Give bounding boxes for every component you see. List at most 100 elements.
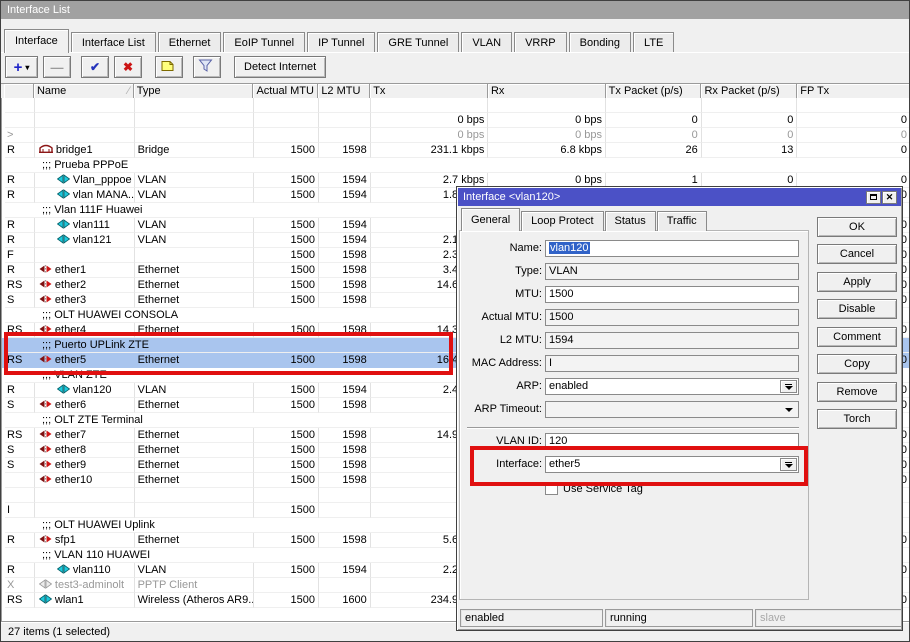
ok-button[interactable]: OK (817, 217, 897, 237)
arp_timeout-dropdown-button[interactable] (780, 403, 797, 416)
type-input[interactable]: VLAN (545, 263, 799, 280)
table-row[interactable]: 0 bps0 bps000 (2, 113, 910, 128)
tab-interface-list[interactable]: Interface List (71, 32, 156, 53)
name-input[interactable]: vlan120 (545, 240, 799, 257)
arp_timeout-input[interactable] (545, 401, 799, 418)
l2_mtu-cell: 1598 (319, 353, 371, 368)
flag-cell (5, 488, 35, 503)
items-count: 27 items (1 selected) (8, 626, 110, 638)
type-cell: VLAN (135, 233, 255, 248)
actual_mtu-input[interactable]: 1500 (545, 309, 799, 326)
column-header-tx_p[interactable]: Tx Packet (p/s) (606, 84, 702, 99)
dialog-tab-status[interactable]: Status (605, 211, 656, 231)
column-header-actual_mtu[interactable]: Actual MTU (253, 84, 318, 99)
enable-button[interactable]: ✔ (81, 56, 109, 78)
combo-arrow-icon (785, 408, 793, 412)
vlan_id-input[interactable]: 120 (545, 433, 799, 450)
remove-button[interactable]: — (43, 56, 71, 78)
comment-row[interactable]: ;;; Prueba PPPoE (2, 158, 910, 173)
column-header-flag[interactable] (4, 84, 34, 99)
interface-input[interactable]: ether5 (545, 456, 799, 473)
arp_timeout-field-row: ARP Timeout: (457, 401, 809, 418)
use-service-tag-checkbox[interactable] (545, 482, 558, 495)
type-cell: PPTP Client (135, 578, 255, 593)
detect-internet-button[interactable]: Detect Internet (234, 56, 326, 78)
dialog-tab-general[interactable]: General (461, 208, 520, 231)
table-row[interactable] (2, 98, 910, 113)
tab-ip-tunnel[interactable]: IP Tunnel (307, 32, 375, 53)
column-header-fp_tx[interactable]: FP Tx (797, 84, 910, 99)
flag-cell: I (5, 503, 35, 518)
fp_tx-cell: 0 (797, 113, 910, 128)
flag-cell: RS (5, 323, 35, 338)
tab-lte[interactable]: LTE (633, 32, 674, 53)
l2_mtu-cell: 1598 (319, 323, 371, 338)
toolbar: + ▾ — ✔ ✖ Detect Internet (5, 56, 326, 80)
status-slave: slave (755, 609, 902, 627)
l2_mtu-input[interactable]: 1594 (545, 332, 799, 349)
type-cell: Ethernet (135, 458, 255, 473)
maximize-button[interactable] (866, 191, 881, 204)
column-header-type[interactable]: Type (134, 84, 254, 99)
tab-ethernet[interactable]: Ethernet (158, 32, 222, 53)
arp-input[interactable]: enabled (545, 378, 799, 395)
tx_p-cell (606, 98, 702, 113)
add-button[interactable]: + ▾ (5, 56, 38, 78)
tab-vrrp[interactable]: VRRP (514, 32, 567, 53)
l2_mtu-cell: 1598 (319, 473, 371, 488)
comment-button[interactable] (155, 56, 183, 78)
tx-cell: 0 bps (371, 128, 489, 143)
comment-button[interactable]: Comment (817, 327, 897, 347)
apply-button[interactable]: Apply (817, 272, 897, 292)
tab-interface[interactable]: Interface (4, 29, 69, 53)
mac-input[interactable]: I (545, 355, 799, 372)
flag-cell: RS (5, 593, 35, 608)
close-button[interactable]: ✕ (882, 191, 897, 204)
disable-icon: ✖ (123, 60, 133, 74)
cancel-button[interactable]: Cancel (817, 244, 897, 264)
interface-dropdown-button[interactable] (780, 458, 797, 471)
name-cell: ether3 (35, 293, 135, 308)
type-cell: Ethernet (135, 353, 255, 368)
remove-button[interactable]: Remove (817, 382, 897, 402)
name-cell: ether5 (35, 353, 135, 368)
actual_mtu-cell: 1500 (254, 173, 319, 188)
type-cell: Ethernet (135, 278, 255, 293)
disable-button[interactable]: ✖ (114, 56, 142, 78)
type-cell: Ethernet (135, 323, 255, 338)
fp_tx-cell: 0 (797, 143, 910, 158)
column-header-rx[interactable]: Rx (488, 84, 606, 99)
column-header-tx[interactable]: Tx (370, 84, 488, 99)
actual_mtu-cell: 1500 (254, 278, 319, 293)
dialog-tab-traffic[interactable]: Traffic (657, 211, 707, 231)
l2_mtu-cell (319, 113, 371, 128)
actual_mtu-cell: 1500 (254, 323, 319, 338)
disable-button[interactable]: Disable (817, 299, 897, 319)
flag-cell: F (5, 248, 35, 263)
type-cell (135, 248, 255, 263)
tab-gre-tunnel[interactable]: GRE Tunnel (377, 32, 459, 53)
column-header-rx_p[interactable]: Rx Packet (p/s) (701, 84, 797, 99)
table-row[interactable]: >0 bps0 bps000 (2, 128, 910, 143)
copy-button[interactable]: Copy (817, 354, 897, 374)
torch-button[interactable]: Torch (817, 409, 897, 429)
interface-list-window: Interface List InterfaceInterface ListEt… (0, 0, 910, 642)
arp-dropdown-button[interactable] (780, 380, 797, 393)
l2_mtu-cell: 1600 (319, 593, 371, 608)
bridge-icon (39, 144, 53, 158)
name-cell: ether9 (35, 458, 135, 473)
mtu-input[interactable]: 1500 (545, 286, 799, 303)
ethernet-icon (39, 264, 52, 278)
l2_mtu-cell: 1598 (319, 143, 371, 158)
interface-field-row: Interface:ether5 (457, 456, 809, 473)
filter-button[interactable] (193, 56, 221, 78)
column-header-l2_mtu[interactable]: L2 MTU (318, 84, 370, 99)
column-header-name[interactable]: Name∕ (34, 84, 134, 99)
tab-vlan[interactable]: VLAN (461, 32, 512, 53)
table-row-bridge1[interactable]: Rbridge1Bridge15001598231.1 kbps6.8 kbps… (2, 143, 910, 158)
tab-bonding[interactable]: Bonding (569, 32, 631, 53)
tab-eoip-tunnel[interactable]: EoIP Tunnel (223, 32, 305, 53)
flag-cell: R (5, 218, 35, 233)
dialog-tab-loop-protect[interactable]: Loop Protect (521, 211, 603, 231)
name-cell: ether6 (35, 398, 135, 413)
